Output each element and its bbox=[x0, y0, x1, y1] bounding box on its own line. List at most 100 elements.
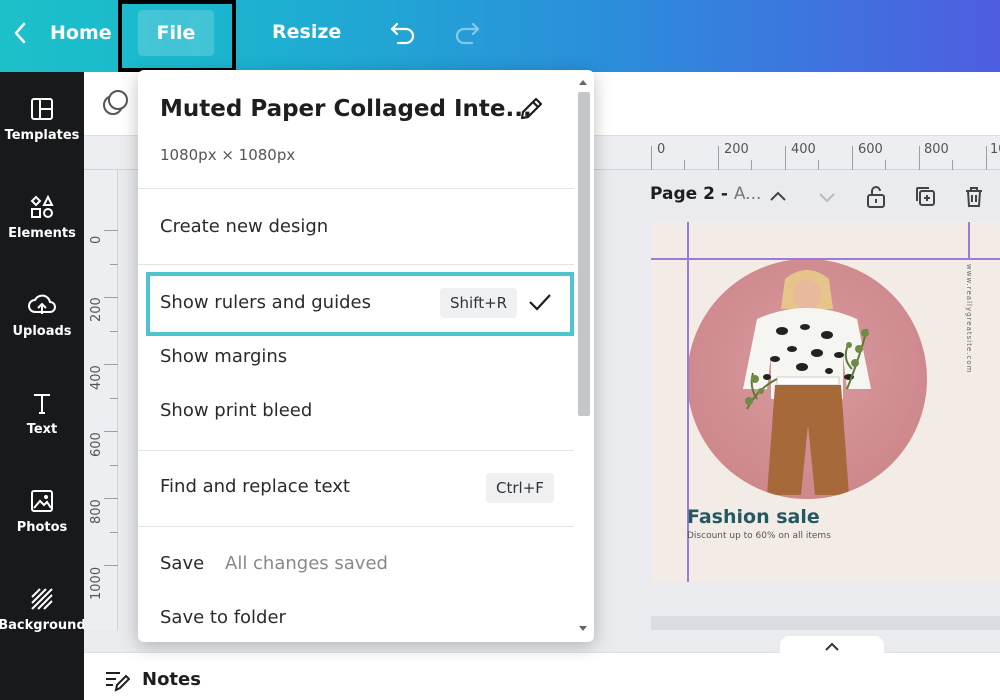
chevron-up-icon[interactable] bbox=[766, 184, 790, 214]
menu-item-save[interactable]: Save bbox=[160, 553, 204, 574]
elements-icon bbox=[30, 194, 54, 218]
design-subline[interactable]: Discount up to 60% on all items bbox=[687, 531, 831, 541]
file-menu: Muted Paper Collaged Inte... 1080px × 10… bbox=[138, 70, 594, 642]
ruler-tick bbox=[751, 160, 752, 170]
file-button[interactable]: File bbox=[138, 10, 214, 56]
ruler-tick bbox=[104, 431, 118, 432]
shortcut-badge: Shift+R bbox=[440, 288, 518, 318]
page-header: Page 2 - A... bbox=[650, 184, 761, 204]
duplicate-page-icon[interactable] bbox=[913, 184, 937, 214]
photos-icon bbox=[31, 490, 53, 512]
sidebar-item-label: Photos bbox=[16, 520, 68, 535]
menu-item-show-margins[interactable]: Show margins bbox=[160, 346, 287, 367]
ruler-tick bbox=[885, 160, 886, 170]
undo-icon[interactable] bbox=[388, 18, 418, 50]
photo-circle[interactable] bbox=[687, 259, 927, 499]
scroll-down-icon[interactable] bbox=[574, 622, 592, 636]
chevron-up-icon bbox=[825, 642, 839, 651]
sidebar-item-label: Elements bbox=[8, 226, 76, 241]
ruler-tick bbox=[651, 146, 652, 170]
ruler-tick bbox=[718, 146, 719, 170]
menu-divider bbox=[138, 188, 574, 189]
sidebar-item-templates[interactable]: Templates bbox=[0, 94, 84, 143]
ruler-left-label: 200 bbox=[89, 297, 104, 322]
ruler-tick bbox=[104, 498, 118, 499]
text-icon bbox=[34, 394, 50, 414]
ruler-tick bbox=[785, 146, 786, 170]
menu-divider bbox=[138, 450, 574, 451]
menu-item-show-rulers[interactable]: Show rulers and guides bbox=[160, 292, 371, 313]
checkmark-icon bbox=[526, 289, 554, 319]
ruler-tick bbox=[110, 465, 118, 466]
design-headline[interactable]: Fashion sale bbox=[687, 506, 820, 528]
guide-line-vertical[interactable] bbox=[687, 222, 689, 582]
color-picker-icon[interactable] bbox=[100, 88, 132, 124]
sidebar-item-label: Text bbox=[26, 422, 58, 437]
lock-icon[interactable] bbox=[864, 184, 888, 214]
sidebar-item-background[interactable]: Background bbox=[0, 584, 86, 633]
ruler-tick bbox=[110, 398, 118, 399]
sidebar-item-label: Background bbox=[0, 618, 86, 633]
menu-divider bbox=[138, 526, 574, 527]
shortcut-badge: Ctrl+F bbox=[486, 473, 554, 503]
page-title: Page 2 - A... bbox=[650, 184, 762, 204]
sidebar-item-elements[interactable]: Elements bbox=[0, 192, 84, 241]
guide-line-horizontal[interactable] bbox=[651, 258, 1000, 260]
ruler-left-label: 1000 bbox=[89, 566, 104, 600]
redo-icon[interactable] bbox=[452, 18, 482, 50]
menu-item-create-new-design[interactable]: Create new design bbox=[160, 216, 328, 237]
menu-item-save-to-folder[interactable]: Save to folder bbox=[160, 607, 286, 628]
menu-scrollbar[interactable] bbox=[574, 74, 592, 638]
sidebar-item-photos[interactable]: Photos bbox=[0, 486, 84, 535]
design-name[interactable]: Muted Paper Collaged Inte... bbox=[160, 96, 532, 122]
ruler-left-label: 800 bbox=[89, 499, 104, 524]
save-status: All changes saved bbox=[225, 553, 388, 574]
ruler-top-label: 0 bbox=[657, 142, 666, 157]
chevron-down-icon[interactable] bbox=[815, 184, 839, 214]
sidebar-item-text[interactable]: Text bbox=[0, 388, 84, 437]
menu-item-find-replace[interactable]: Find and replace text bbox=[160, 476, 350, 497]
ruler-tick bbox=[110, 331, 118, 332]
sidebar-item-label: Uploads bbox=[12, 324, 72, 339]
chevron-left-icon bbox=[14, 22, 26, 44]
ruler-tick bbox=[919, 146, 920, 170]
model-photo-illustration bbox=[743, 270, 871, 495]
resize-button[interactable]: Resize bbox=[272, 21, 341, 43]
ruler-tick bbox=[986, 146, 987, 170]
ruler-left-label: 600 bbox=[89, 432, 104, 457]
ruler-tick bbox=[110, 264, 118, 265]
pencil-icon[interactable] bbox=[516, 94, 546, 128]
sidebar-item-uploads[interactable]: Uploads bbox=[0, 290, 84, 339]
scrollbar-thumb[interactable] bbox=[578, 92, 590, 416]
ruler-tick bbox=[818, 160, 819, 170]
ruler-tick bbox=[104, 230, 118, 231]
ruler-left-label: 400 bbox=[89, 365, 104, 390]
notes-bar bbox=[84, 652, 1000, 700]
background-icon bbox=[31, 588, 53, 610]
home-button[interactable]: Home bbox=[12, 18, 112, 48]
ruler-tick bbox=[104, 364, 118, 365]
trash-icon[interactable] bbox=[962, 184, 986, 214]
scroll-up-icon[interactable] bbox=[574, 75, 592, 89]
guide-line-vertical[interactable] bbox=[968, 222, 970, 258]
ruler-top-label: 200 bbox=[724, 142, 749, 157]
ruler-left-label: 0 bbox=[89, 235, 104, 244]
ruler-tick bbox=[104, 297, 118, 298]
design-size: 1080px × 1080px bbox=[160, 146, 296, 164]
ruler-tick bbox=[110, 532, 118, 533]
menu-item-show-print-bleed[interactable]: Show print bleed bbox=[160, 400, 312, 421]
notes-expand-tab[interactable] bbox=[780, 636, 884, 658]
next-page-preview[interactable] bbox=[651, 616, 1000, 630]
design-url[interactable]: www.reallygreatsite.com bbox=[965, 264, 973, 373]
notes-label[interactable]: Notes bbox=[142, 669, 201, 690]
ruler-top-label: 800 bbox=[924, 142, 949, 157]
ruler-top-label: 10 bbox=[990, 142, 1000, 157]
templates-icon bbox=[31, 98, 53, 120]
uploads-icon bbox=[28, 294, 56, 314]
ruler-tick bbox=[104, 565, 118, 566]
notes-icon[interactable] bbox=[104, 669, 131, 697]
ruler-top-label: 400 bbox=[791, 142, 816, 157]
design-canvas[interactable]: Fashion sale Discount up to 60% on all i… bbox=[651, 222, 1000, 582]
ruler-tick bbox=[852, 146, 853, 170]
ruler-top-label: 600 bbox=[858, 142, 883, 157]
